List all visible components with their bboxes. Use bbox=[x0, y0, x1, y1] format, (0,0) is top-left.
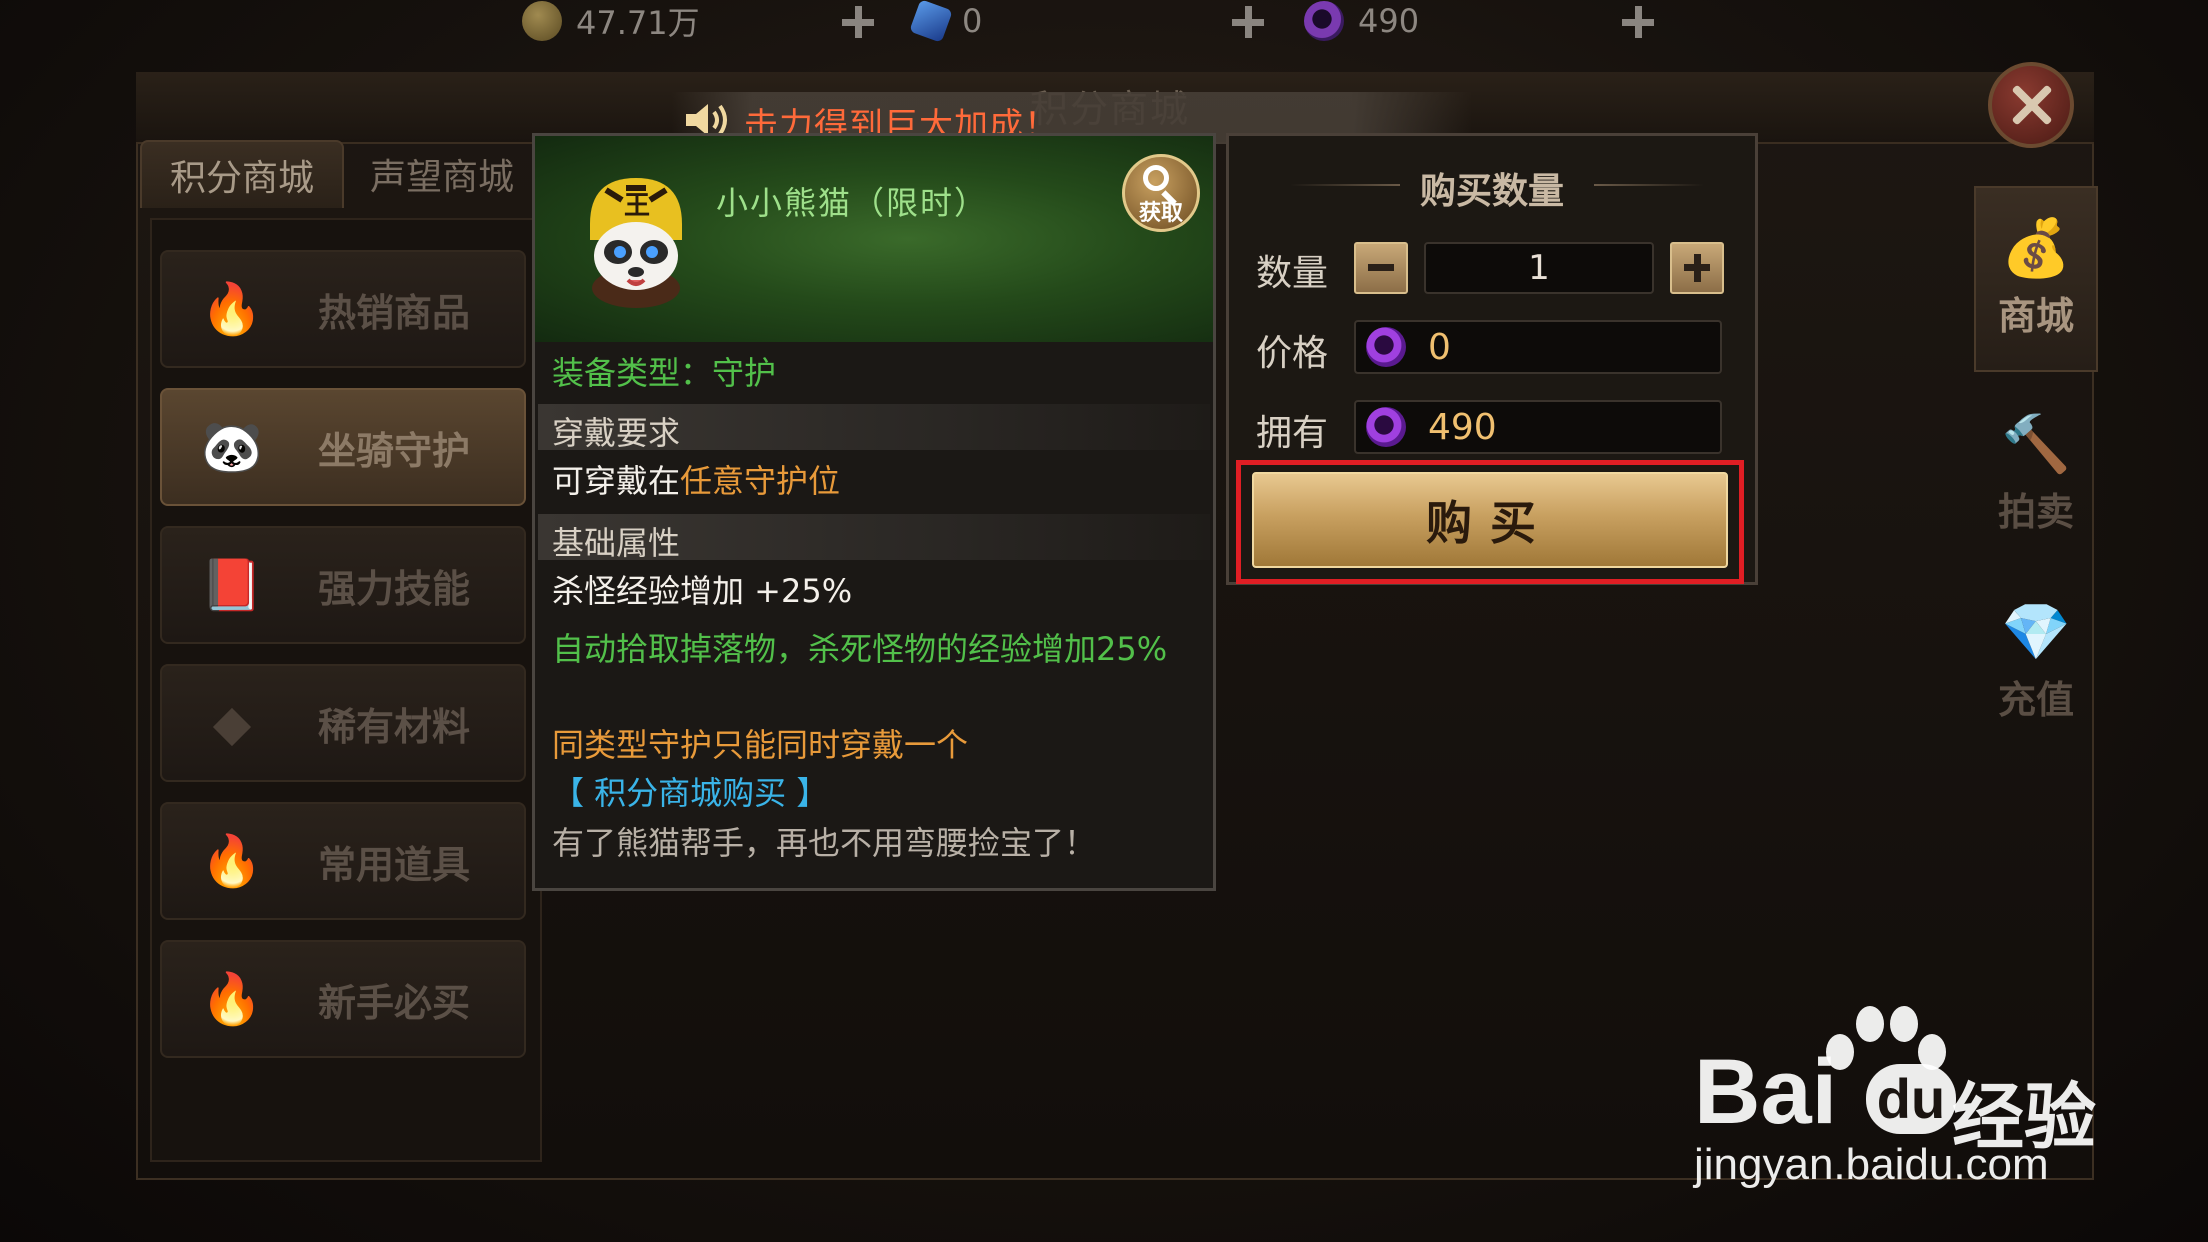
book-icon: 📕 bbox=[200, 555, 264, 614]
svg-text:王: 王 bbox=[624, 191, 650, 221]
points-gem-icon bbox=[1366, 327, 1406, 367]
category-newbie-must-buy[interactable]: 🔥 新手必买 bbox=[160, 940, 526, 1058]
watermark-brand: Bai bbox=[1694, 1041, 1838, 1143]
gold-amount: 47.71万 bbox=[576, 4, 700, 42]
add-gold-button[interactable] bbox=[840, 4, 876, 40]
magnifier-icon bbox=[1143, 165, 1169, 191]
flame-icon: 🔥 bbox=[200, 969, 264, 1028]
add-points-button[interactable] bbox=[1620, 4, 1656, 40]
right-nav: 💰 商城 🔨 拍卖 💎 充值 bbox=[1974, 186, 2098, 756]
item-effect: 自动拾取掉落物，杀死怪物的经验增加25% bbox=[552, 630, 1168, 668]
price-field: 0 bbox=[1354, 320, 1722, 374]
gold-coin-icon bbox=[522, 1, 562, 41]
category-power-skills[interactable]: 📕 强力技能 bbox=[160, 526, 526, 644]
requirement-prefix: 可穿戴在 bbox=[552, 462, 681, 500]
item-restriction: 同类型守护只能同时穿戴一个 bbox=[552, 726, 969, 764]
category-label: 常用道具 bbox=[318, 842, 471, 887]
tab-points-shop[interactable]: 积分商城 bbox=[140, 140, 344, 208]
points-currency: 490 bbox=[1304, 0, 1419, 42]
acquire-label: 获取 bbox=[1138, 201, 1183, 226]
points-amount: 490 bbox=[1358, 2, 1420, 40]
watermark-du-logo: du bbox=[1866, 1064, 1956, 1134]
acquire-button[interactable]: 获取 bbox=[1122, 154, 1200, 232]
panda-item-icon: 王 bbox=[590, 178, 682, 308]
flame-icon: 🔥 bbox=[200, 831, 264, 890]
category-label: 热销商品 bbox=[318, 290, 471, 335]
attribute-header: 基础属性 bbox=[552, 524, 681, 562]
category-label: 新手必买 bbox=[318, 980, 471, 1025]
points-gem-icon bbox=[1366, 407, 1406, 447]
diamond-currency: 0 bbox=[909, 0, 983, 43]
watermark-url: jingyan.baidu.com bbox=[1694, 1140, 2049, 1189]
diamond-icon: 💎 bbox=[2001, 599, 2071, 665]
item-source: 【 积分商城购买 】 bbox=[552, 774, 829, 812]
flame-icon: 🔥 bbox=[200, 279, 264, 338]
gavel-icon: 🔨 bbox=[2001, 411, 2071, 477]
category-common-items[interactable]: 🔥 常用道具 bbox=[160, 802, 526, 920]
requirement-slot: 任意守护位 bbox=[680, 462, 841, 500]
owned-field: 490 bbox=[1354, 400, 1722, 454]
nav-label: 充值 bbox=[1997, 677, 2074, 722]
category-hot-items[interactable]: 🔥 热销商品 bbox=[160, 250, 526, 368]
buy-button[interactable]: 购买 bbox=[1252, 472, 1728, 568]
diamond-icon bbox=[909, 0, 953, 43]
nav-label: 拍卖 bbox=[1997, 489, 2074, 534]
category-rare-materials[interactable]: ◆ 稀有材料 bbox=[160, 664, 526, 782]
nav-shop[interactable]: 💰 商城 bbox=[1974, 186, 2098, 372]
purchase-title: 购买数量 bbox=[1419, 171, 1564, 212]
owned-value: 490 bbox=[1428, 406, 1497, 448]
points-gem-icon bbox=[1304, 1, 1344, 41]
quantity-label: 数量 bbox=[1256, 253, 1329, 294]
equip-type: 装备类型：守护 bbox=[552, 354, 777, 392]
nav-auction[interactable]: 🔨 拍卖 bbox=[1974, 382, 2098, 568]
requirement-header: 穿戴要求 bbox=[552, 414, 681, 452]
crystal-icon: ◆ bbox=[212, 694, 252, 752]
item-name: 小小熊猫（限时） bbox=[716, 184, 989, 222]
add-diamond-button[interactable] bbox=[1230, 4, 1266, 40]
price-label: 价格 bbox=[1256, 333, 1329, 374]
quantity-increase-button[interactable] bbox=[1670, 242, 1724, 294]
gold-currency: 47.71万 bbox=[522, 0, 700, 42]
quantity-input[interactable]: 1 bbox=[1424, 242, 1654, 294]
panda-icon: 🐼 bbox=[200, 417, 264, 476]
close-button[interactable] bbox=[1988, 62, 2074, 148]
money-bag-icon: 💰 bbox=[2001, 215, 2071, 281]
item-flavor-text: 有了熊猫帮手，再也不用弯腰捡宝了！ bbox=[552, 824, 1097, 862]
diamond-amount: 0 bbox=[962, 2, 983, 40]
category-label: 稀有材料 bbox=[318, 704, 471, 749]
owned-label: 拥有 bbox=[1256, 413, 1329, 454]
nav-label: 商城 bbox=[1997, 293, 2074, 338]
attribute-line: 杀怪经验增加 +25% bbox=[552, 572, 853, 610]
tab-reputation-shop[interactable]: 声望商城 bbox=[370, 140, 540, 208]
nav-recharge[interactable]: 💎 充值 bbox=[1974, 570, 2098, 756]
quantity-decrease-button[interactable] bbox=[1354, 242, 1408, 294]
requirement-text: 可穿戴在任意守护位 bbox=[552, 456, 840, 502]
category-mount-guardian[interactable]: 🐼 坐骑守护 bbox=[160, 388, 526, 506]
category-label: 坐骑守护 bbox=[318, 428, 471, 473]
currency-bar: 47.71万 0 490 bbox=[0, 0, 2208, 44]
category-label: 强力技能 bbox=[318, 566, 471, 611]
price-value: 0 bbox=[1428, 326, 1451, 368]
